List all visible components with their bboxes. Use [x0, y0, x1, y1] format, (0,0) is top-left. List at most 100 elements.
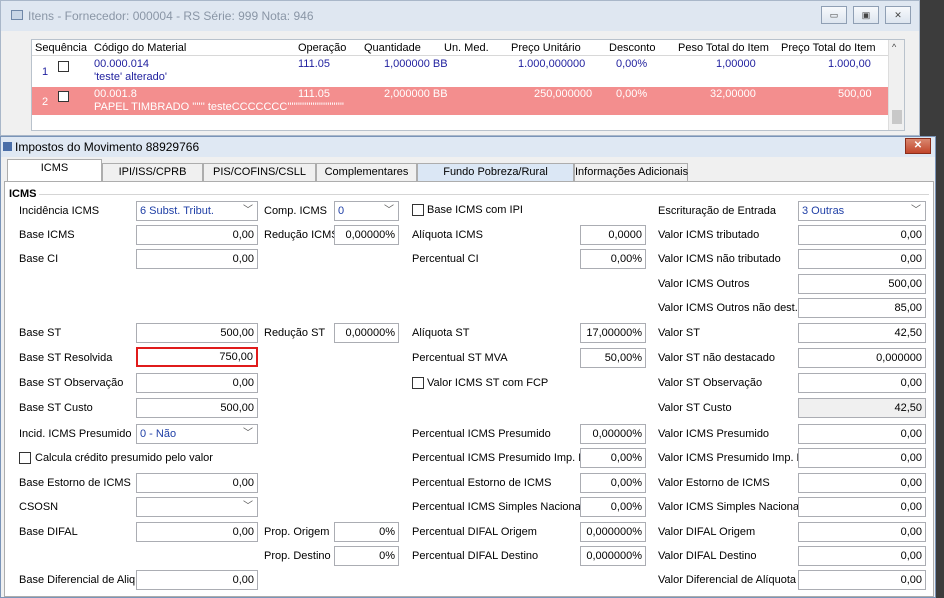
base-estorno-field[interactable]: 0,00 — [136, 473, 258, 493]
prop-destino-field[interactable]: 0% — [334, 546, 399, 566]
col-peso-total[interactable]: Peso Total do Item — [678, 42, 769, 54]
incid-icms-presumido-label: Incid. ICMS Presumido — [19, 428, 132, 440]
base-difal-label: Base DIFAL — [19, 526, 78, 538]
incidencia-icms-select[interactable]: 6 Subst. Tribut. ﹀ — [136, 201, 258, 221]
base-icms-ipi-checkbox[interactable] — [412, 204, 424, 216]
table-row[interactable]: 2 00.001.8 PAPEL TIMBRADO '''''' testeCC… — [32, 87, 890, 115]
csosn-select[interactable]: ﹀ — [136, 497, 258, 517]
valor-simples-field[interactable]: 0,00 — [798, 497, 926, 517]
tab-icms[interactable]: ICMS — [7, 159, 102, 181]
chevron-down-icon[interactable]: ﹀ — [243, 498, 253, 516]
chevron-down-icon[interactable]: ﹀ — [384, 202, 394, 220]
items-grid[interactable]: Sequência Código do Material Operação Qu… — [31, 39, 905, 131]
valor-presumido-pr-label: Valor ICMS Presumido Imp. PR — [658, 452, 812, 464]
valor-dif-aliq-field[interactable]: 0,00 — [798, 570, 926, 590]
chevron-down-icon[interactable]: ﹀ — [243, 425, 253, 443]
valor-st-nd-field[interactable]: 0,000000 — [798, 348, 926, 368]
base-st-resolvida-field[interactable]: 750,00 — [136, 347, 258, 367]
col-preco-unitario[interactable]: Preço Unitário — [511, 42, 581, 54]
percentual-ci-field[interactable]: 0,00% — [580, 249, 646, 269]
base-icms-ipi-label: Base ICMS com IPI — [427, 204, 523, 216]
perc-estorno-field[interactable]: 0,00% — [580, 473, 646, 493]
valor-outros-nd-field[interactable]: 85,00 — [798, 298, 926, 318]
chevron-down-icon[interactable]: ﹀ — [911, 202, 921, 220]
valor-outros-field[interactable]: 500,00 — [798, 274, 926, 294]
impostos-dialog: Impostos do Movimento 88929766 ✕ ICMS IP… — [0, 136, 936, 598]
aliquota-st-field[interactable]: 17,00000% — [580, 323, 646, 343]
valor-tributado-field[interactable]: 0,00 — [798, 225, 926, 245]
tab-complementares[interactable]: Complementares — [316, 163, 417, 181]
tab-informacoes-adicionais[interactable]: Informações Adicionais — [574, 163, 688, 181]
base-st-custo-field[interactable]: 500,00 — [136, 398, 258, 418]
minimize-button[interactable]: ▭ — [821, 6, 847, 24]
valor-simples-label: Valor ICMS Simples Nacional — [658, 501, 802, 513]
perc-difal-origem-field[interactable]: 0,000000% — [580, 522, 646, 542]
dialog-titlebar[interactable]: Impostos do Movimento 88929766 ✕ — [1, 137, 935, 157]
base-difal-field[interactable]: 0,00 — [136, 522, 258, 542]
row-checkbox[interactable] — [58, 61, 69, 72]
base-dif-aliq-field[interactable]: 0,00 — [136, 570, 258, 590]
percentual-st-mva-field[interactable]: 50,00% — [580, 348, 646, 368]
grid-scrollbar[interactable]: ^ — [888, 40, 904, 130]
valor-estorno-field[interactable]: 0,00 — [798, 473, 926, 493]
perc-icms-presumido-field[interactable]: 0,00000% — [580, 424, 646, 444]
tab-ipi-iss-cprb[interactable]: IPI/ISS/CPRB — [102, 163, 203, 181]
perc-presumido-pr-field[interactable]: 0,00% — [580, 448, 646, 468]
valor-st-obs-field[interactable]: 0,00 — [798, 373, 926, 393]
base-dif-aliq-label: Base Diferencial de Aliq. — [19, 574, 139, 586]
base-st-resolvida-label: Base ST Resolvida — [19, 352, 113, 364]
perc-icms-presumido-label: Percentual ICMS Presumido — [412, 428, 551, 440]
col-operacao[interactable]: Operação — [298, 42, 346, 54]
valor-icms-st-fcp-checkbox[interactable] — [412, 377, 424, 389]
prop-origem-field[interactable]: 0% — [334, 522, 399, 542]
base-ci-field[interactable]: 0,00 — [136, 249, 258, 269]
valor-nao-tributado-field[interactable]: 0,00 — [798, 249, 926, 269]
escrituracao-select[interactable]: 3 Outras ﹀ — [798, 201, 926, 221]
base-icms-field[interactable]: 0,00 — [136, 225, 258, 245]
items-window: Itens - Fornecedor: 000004 - RS Série: 9… — [0, 0, 920, 136]
row-price: 250,000000 — [534, 88, 593, 100]
comp-icms-select[interactable]: 0 ﹀ — [334, 201, 399, 221]
incid-icms-presumido-select[interactable]: 0 - Não ﹀ — [136, 424, 258, 444]
dialog-close-button[interactable]: ✕ — [905, 138, 931, 154]
reducao-icms-field[interactable]: 0,00000% — [334, 225, 399, 245]
valor-st-label: Valor ST — [658, 327, 700, 339]
comp-icms-label: Comp. ICMS — [264, 205, 327, 217]
tab-pis-cofins-csll[interactable]: PIS/COFINS/CSLL — [203, 163, 316, 181]
reducao-st-field[interactable]: 0,00000% — [334, 323, 399, 343]
prop-destino-label: Prop. Destino — [264, 550, 331, 562]
items-window-titlebar[interactable]: Itens - Fornecedor: 000004 - RS Série: 9… — [1, 1, 919, 31]
scroll-thumb[interactable] — [892, 110, 902, 124]
valor-st-custo-label: Valor ST Custo — [658, 402, 732, 414]
col-preco-total[interactable]: Preço Total do Item — [781, 42, 876, 54]
row-disc: 0,00% — [616, 88, 648, 100]
base-st-field[interactable]: 500,00 — [136, 323, 258, 343]
tab-fundo-pobreza[interactable]: Fundo Pobreza/Rural — [417, 163, 574, 181]
row-checkbox[interactable] — [58, 91, 69, 102]
calcula-credito-checkbox[interactable] — [19, 452, 31, 464]
tab-bar: ICMS IPI/ISS/CPRB PIS/COFINS/CSLL Comple… — [1, 159, 935, 181]
col-codigo[interactable]: Código do Material — [94, 42, 186, 54]
valor-presumido-field[interactable]: 0,00 — [798, 424, 926, 444]
table-row[interactable]: 1 00.000.014 'teste' alterado' 111.05 1,… — [32, 57, 890, 85]
col-sequencia[interactable]: Sequência — [35, 42, 87, 54]
base-icms-label: Base ICMS — [19, 229, 75, 241]
incidencia-icms-label: Incidência ICMS — [19, 205, 100, 217]
incidencia-icms-value: 6 Subst. Tribut. — [140, 205, 214, 217]
aliquota-icms-field[interactable]: 0,0000 — [580, 225, 646, 245]
valor-st-field[interactable]: 42,50 — [798, 323, 926, 343]
close-button[interactable]: ✕ — [885, 6, 911, 24]
chevron-down-icon[interactable]: ﹀ — [243, 202, 253, 220]
perc-simples-field[interactable]: 0,00% — [580, 497, 646, 517]
base-st-observacao-field[interactable]: 0,00 — [136, 373, 258, 393]
col-desconto[interactable]: Desconto — [609, 42, 655, 54]
scroll-up-icon[interactable]: ^ — [892, 42, 896, 52]
col-quantidade[interactable]: Quantidade — [364, 42, 421, 54]
valor-difal-origem-field[interactable]: 0,00 — [798, 522, 926, 542]
valor-presumido-pr-field[interactable]: 0,00 — [798, 448, 926, 468]
valor-difal-destino-field[interactable]: 0,00 — [798, 546, 926, 566]
perc-difal-destino-field[interactable]: 0,000000% — [580, 546, 646, 566]
maximize-button[interactable]: ▣ — [853, 6, 879, 24]
col-un-med[interactable]: Un. Med. — [444, 42, 489, 54]
window-icon — [11, 10, 23, 20]
